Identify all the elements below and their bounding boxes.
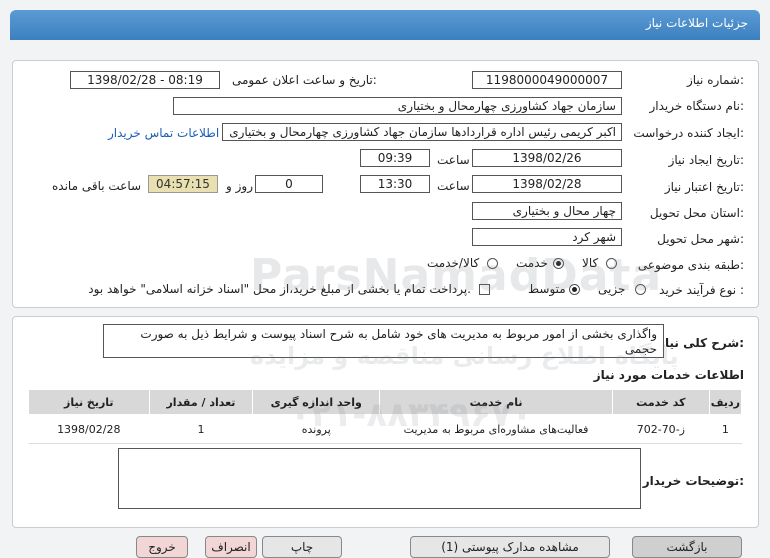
cell-name: فعالیت‌های مشاوره‌ای مربوط به مدیریت — [379, 414, 613, 444]
print-button[interactable]: چاپ — [262, 536, 342, 558]
process-radio-medium[interactable] — [569, 284, 580, 295]
view-attachments-button[interactable]: مشاهده مدارک پیوستی (1) — [410, 536, 610, 558]
category-option-service: خدمت — [516, 256, 548, 270]
exit-button[interactable]: خروج — [136, 536, 188, 558]
cell-qty: 1 — [149, 414, 253, 444]
col-name: نام خدمت — [379, 389, 613, 415]
cancel-button[interactable]: انصراف — [205, 536, 257, 558]
remaining-time: 04:57:15 — [148, 175, 218, 193]
col-row: ردیف — [708, 389, 743, 415]
summary-text-line1: واگذاری بخشی از امور مربوط به مدیریت های… — [140, 327, 657, 341]
created-time-field[interactable]: 09:39 — [360, 149, 430, 167]
back-button[interactable]: بازگشت — [632, 536, 742, 558]
days-field[interactable]: 0 — [255, 175, 323, 193]
created-time-label: ساعت — [437, 153, 470, 167]
need-number-label: شماره نیاز: — [686, 73, 744, 87]
process-option-medium: متوسط — [528, 282, 566, 296]
valid-date-field[interactable]: 1398/02/28 — [472, 175, 622, 193]
process-label: نوع فرآیند خرید : — [659, 283, 744, 297]
services-title: اطلاعات خدمات مورد نیاز — [593, 368, 744, 382]
valid-time-label: ساعت — [437, 179, 470, 193]
buyer-notes-label: توضیحات خریدار: — [642, 474, 744, 488]
need-number-field[interactable]: 1198000049000007 — [472, 71, 622, 89]
valid-time-field[interactable]: 13:30 — [360, 175, 430, 193]
cell-row: 1 — [709, 414, 742, 444]
summary-box: واگذاری بخشی از امور مربوط به مدیریت های… — [103, 324, 664, 358]
col-unit: واحد اندازه گیری — [252, 389, 381, 415]
category-label: طبقه بندی موضوعی: — [637, 258, 744, 272]
requester-label: ایجاد کننده درخواست: — [633, 126, 744, 140]
buyer-notes-box[interactable] — [118, 448, 641, 509]
requester-field[interactable]: اکبر کریمی رئیس اداره قراردادها سازمان ج… — [222, 123, 622, 141]
created-date-label: تاریخ ایجاد نیاز: — [668, 153, 744, 167]
header-tab: جزئیات اطلاعات نیاز — [10, 10, 760, 40]
category-option-both: کالا/خدمت — [427, 256, 480, 270]
city-field[interactable]: شهر کرد — [472, 228, 622, 246]
province-field[interactable]: چهار محال و بختیاری — [472, 202, 622, 220]
created-date-field[interactable]: 1398/02/26 — [472, 149, 622, 167]
category-radio-both[interactable] — [487, 258, 498, 269]
days-label: روز و — [226, 179, 253, 193]
remaining-label: ساعت باقی مانده — [52, 179, 142, 193]
summary-label: شرح کلی نیاز: — [658, 336, 744, 350]
process-radio-minor[interactable] — [635, 284, 646, 295]
table-row[interactable]: 1 ز-70-702 فعالیت‌های مشاوره‌ای مربوط به… — [28, 414, 742, 444]
col-qty: تعداد / مقدار — [148, 389, 254, 415]
treasury-checkbox[interactable] — [479, 284, 490, 295]
col-code: کد خدمت — [611, 389, 710, 415]
page-title: جزئیات اطلاعات نیاز — [645, 16, 748, 30]
city-label: شهر محل تحویل: — [657, 232, 744, 246]
category-radio-service[interactable] — [553, 258, 564, 269]
province-label: استان محل تحویل: — [649, 206, 744, 220]
process-option-minor: جزیی — [598, 282, 626, 296]
cell-code: ز-70-702 — [612, 414, 710, 444]
cell-unit: پرونده — [252, 414, 380, 444]
contact-info-link[interactable]: اطلاعات تماس خریدار — [108, 126, 219, 140]
announce-field[interactable]: 1398/02/28 - 08:19 — [70, 71, 220, 89]
buyer-label: نام دستگاه خریدار: — [649, 99, 745, 113]
category-radio-goods[interactable] — [606, 258, 617, 269]
category-option-goods: کالا — [582, 256, 599, 270]
buyer-field[interactable]: سازمان جهاد کشاورزی چهارمحال و بختیاری — [173, 97, 622, 115]
cell-date: 1398/02/28 — [28, 414, 150, 444]
services-table: ردیف کد خدمت نام خدمت واحد اندازه گیری ت… — [28, 389, 743, 444]
announce-label: تاریخ و ساعت اعلان عمومی: — [232, 73, 377, 87]
payment-note: پرداخت تمام یا بخشی از مبلغ خرید،از محل … — [88, 282, 471, 296]
valid-date-label: تاریخ اعتبار نیاز: — [664, 180, 744, 194]
col-date: تاریخ نیاز — [28, 389, 150, 415]
summary-text-line2: حجمی — [624, 342, 657, 356]
table-header-row: ردیف کد خدمت نام خدمت واحد اندازه گیری ت… — [28, 389, 743, 415]
title-bar: جزئیات اطلاعات نیاز — [0, 0, 770, 46]
